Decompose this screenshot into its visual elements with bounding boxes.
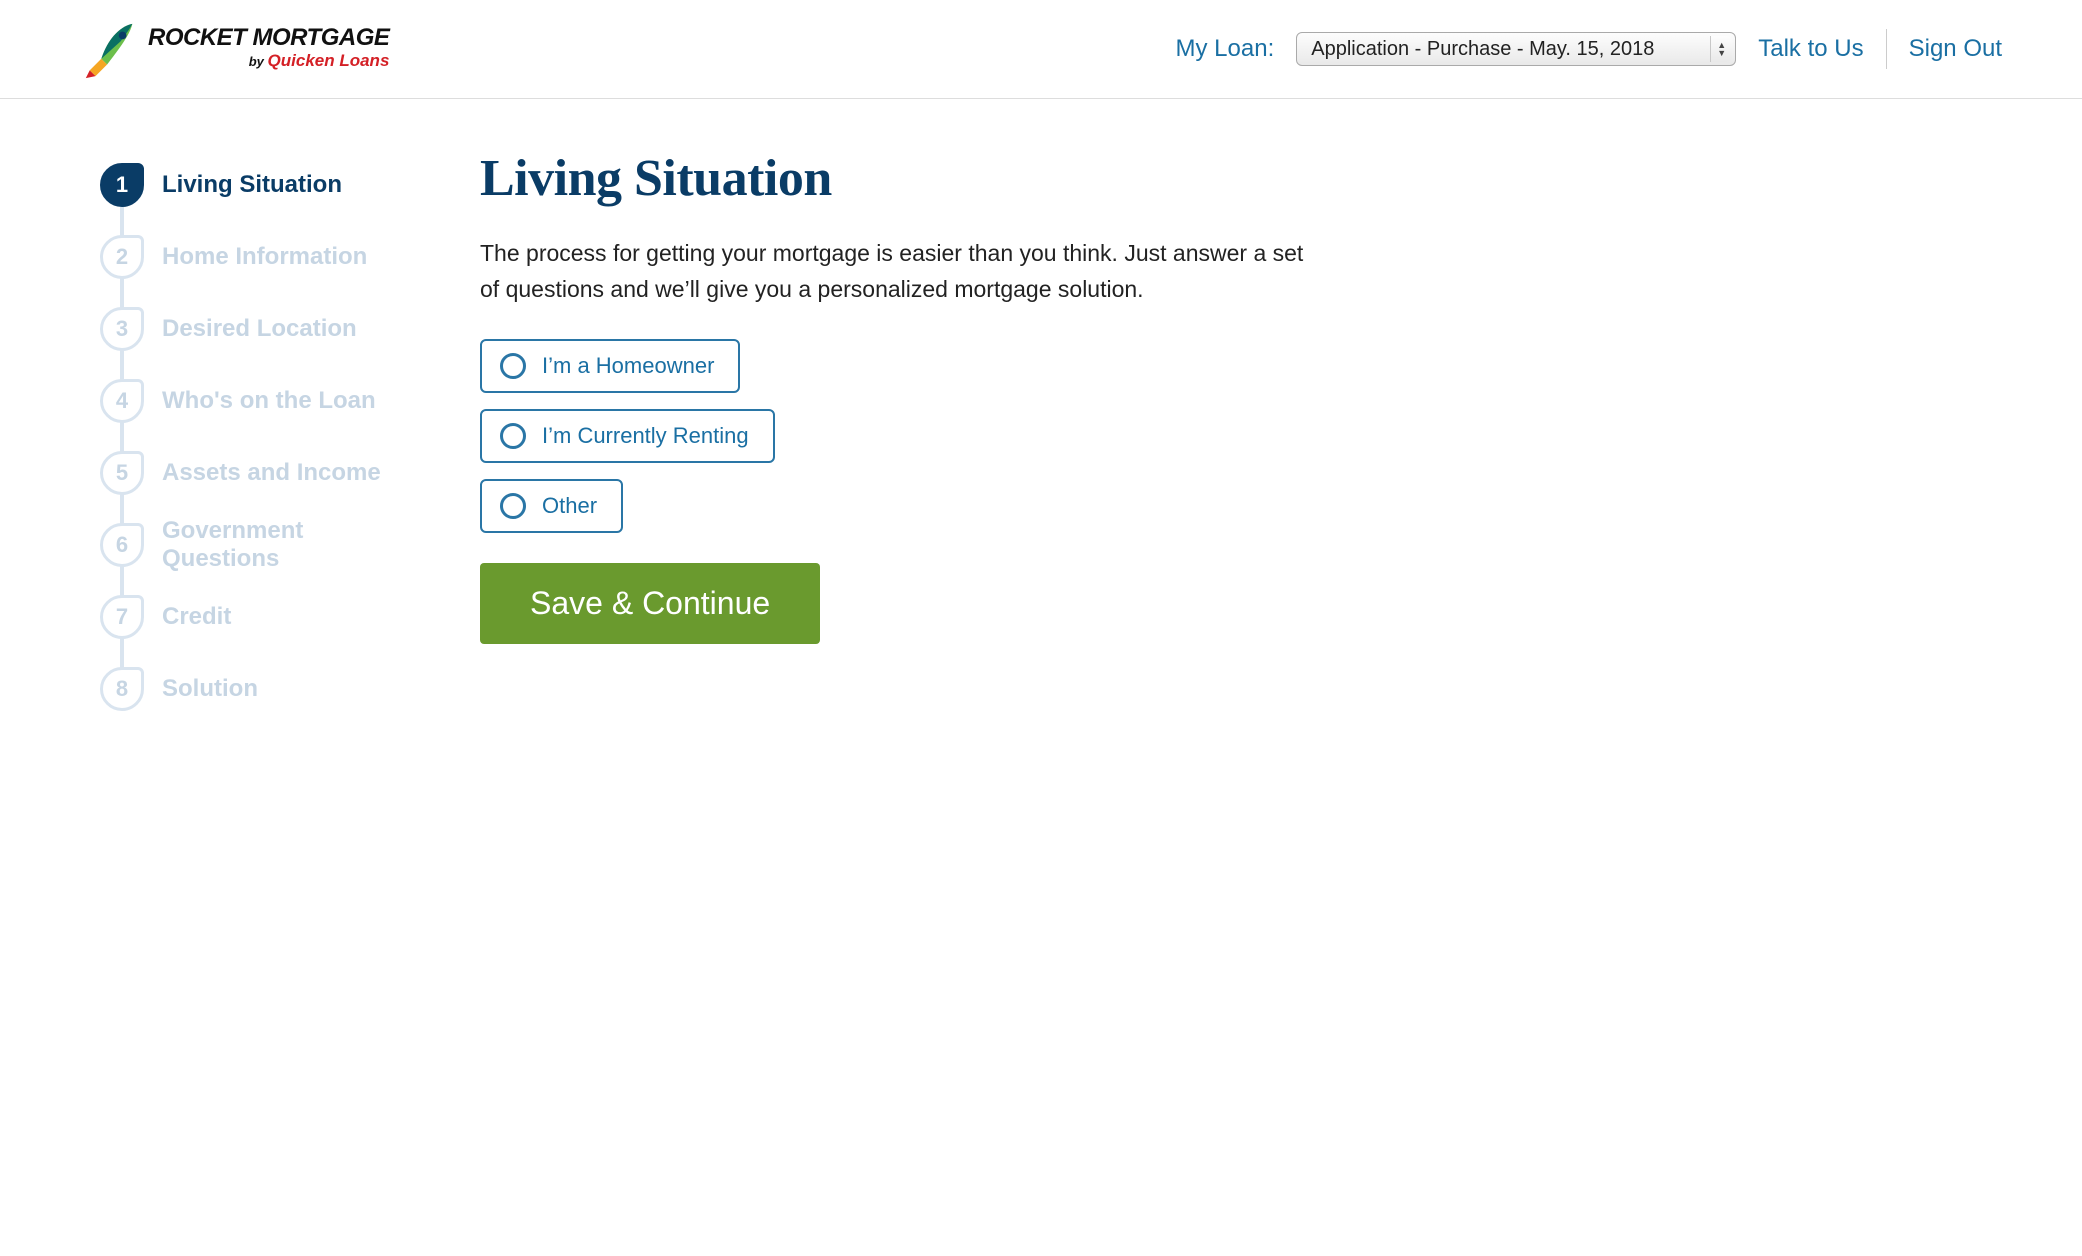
- step-badge: 8: [100, 667, 144, 711]
- radio-icon: [500, 353, 526, 379]
- option-label: Other: [542, 493, 597, 519]
- step-4[interactable]: 4 Who's on the Loan: [100, 365, 420, 437]
- step-badge: 7: [100, 595, 144, 639]
- option-label: I’m a Homeowner: [542, 353, 714, 379]
- option-label: I’m Currently Renting: [542, 423, 749, 449]
- step-label: Solution: [162, 675, 258, 703]
- options-group: I’m a Homeowner I’m Currently Renting Othe…: [480, 339, 1320, 533]
- step-3[interactable]: 3 Desired Location: [100, 293, 420, 365]
- step-badge: 5: [100, 451, 144, 495]
- radio-icon: [500, 493, 526, 519]
- step-badge: 3: [100, 307, 144, 351]
- step-badge: 4: [100, 379, 144, 423]
- step-label: Living Situation: [162, 171, 342, 199]
- radio-icon: [500, 423, 526, 449]
- logo-text-sub: by Quicken Loans: [249, 52, 390, 69]
- logo[interactable]: ROCKET MORTGAGE by Quicken Loans: [80, 18, 390, 80]
- step-6[interactable]: 6 Government Questions: [100, 509, 420, 581]
- option-1[interactable]: I’m a Homeowner: [480, 339, 740, 393]
- option-3[interactable]: Other: [480, 479, 623, 533]
- step-8[interactable]: 8 Solution: [100, 653, 420, 725]
- step-label: Assets and Income: [162, 459, 381, 487]
- step-badge: 1: [100, 163, 144, 207]
- step-label: Government Questions: [162, 517, 420, 573]
- header: ROCKET MORTGAGE by Quicken Loans My Loan…: [0, 0, 2082, 99]
- sign-out-link[interactable]: Sign Out: [1909, 35, 2002, 63]
- main-content: Living Situation The process for getting…: [480, 149, 1320, 725]
- step-label: Desired Location: [162, 315, 357, 343]
- step-5[interactable]: 5 Assets and Income: [100, 437, 420, 509]
- step-label: Credit: [162, 603, 231, 631]
- intro-text: The process for getting your mortgage is…: [480, 236, 1320, 307]
- option-2[interactable]: I’m Currently Renting: [480, 409, 775, 463]
- step-label: Home Information: [162, 243, 367, 271]
- step-label: Who's on the Loan: [162, 387, 376, 415]
- divider: [1886, 29, 1887, 69]
- save-continue-button[interactable]: Save & Continue: [480, 563, 820, 644]
- my-loan-label: My Loan:: [1176, 35, 1275, 63]
- stepper: 1 Living Situation 2 Home Information 3 Desir…: [100, 149, 420, 725]
- step-badge: 2: [100, 235, 144, 279]
- talk-to-us-link[interactable]: Talk to Us: [1758, 35, 1863, 63]
- layout: 1 Living Situation 2 Home Information 3 Desir…: [0, 99, 2082, 765]
- logo-text-main: ROCKET MORTGAGE: [148, 26, 389, 50]
- rocket-icon: [80, 18, 142, 80]
- step-badge: 6: [100, 523, 144, 567]
- page-title: Living Situation: [480, 149, 1320, 208]
- step-1[interactable]: 1 Living Situation: [100, 149, 420, 221]
- header-right: My Loan: Application - Purchase - May. 1…: [1176, 29, 2002, 69]
- step-7[interactable]: 7 Credit: [100, 581, 420, 653]
- step-2[interactable]: 2 Home Information: [100, 221, 420, 293]
- loan-select[interactable]: Application - Purchase - May. 15, 2018: [1296, 32, 1736, 66]
